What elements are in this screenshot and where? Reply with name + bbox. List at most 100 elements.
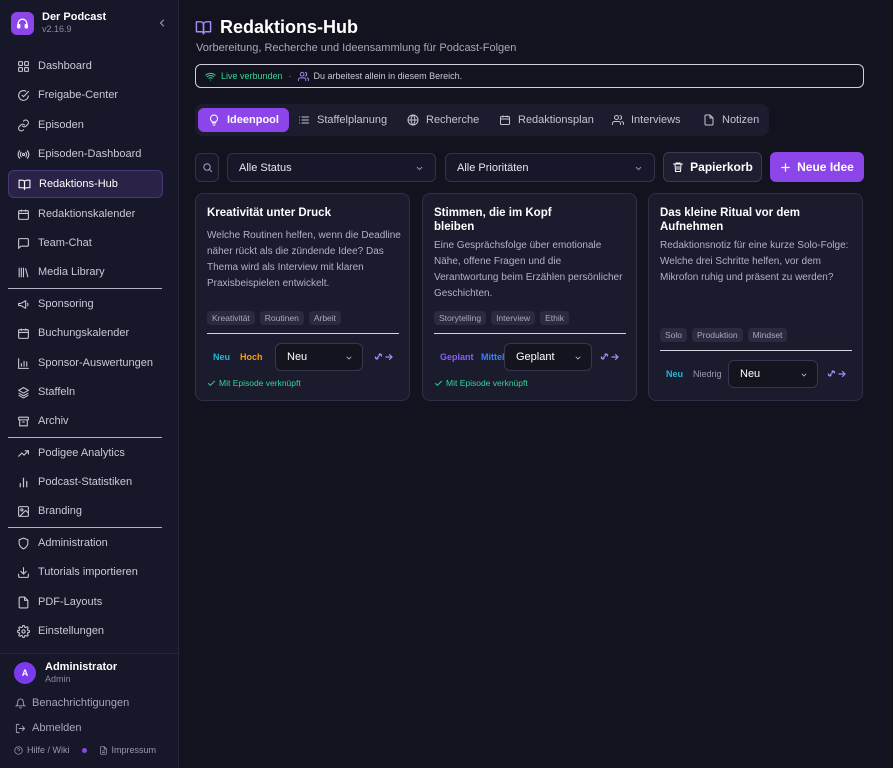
status-badge: Geplant [440,352,474,362]
link-arrow-icon[interactable] [827,369,847,379]
tag: Arbeit [308,311,342,325]
live-label: Live verbunden [221,71,283,81]
new-idea-button[interactable]: Neue Idee [770,152,864,182]
users-icon [612,115,624,125]
tab-bar: Ideenpool Staffelplanung Recherche Redak… [195,104,769,136]
document-icon [99,745,107,755]
sidebar-item-podcast-statistiken[interactable]: Podcast-Statistiken [8,468,163,496]
sidebar-item-redaktionskalender[interactable]: Redaktionskalender [8,200,163,228]
check-circle-icon [18,89,30,101]
main-content: Redaktions-Hub Vorbereitung, Recherche u… [179,0,893,768]
book-open-icon [18,179,31,190]
help-circle-icon [14,745,23,755]
card-title: Das kleine Ritual vor dem Aufnehmen [660,207,800,233]
status-select-value: Geplant [516,351,555,363]
priority-filter-select[interactable]: Alle Prioritäten [445,153,655,182]
sidebar-item-branding[interactable]: Branding [8,497,163,525]
imprint-link[interactable]: Impressum [112,745,157,755]
link-arrow-icon[interactable] [374,352,394,362]
sidebar-item-team-chat[interactable]: Team-Chat [8,229,163,257]
broadcast-icon [17,149,30,159]
trash-button[interactable]: Papierkorb [663,152,762,182]
sidebar: Der Podcast v2.16.9 Dashboard Freigabe-C… [0,0,179,768]
link-icon [18,119,29,131]
idea-card[interactable]: Kreativität unter Druck Welche Routinen … [195,193,410,401]
tab-ideenpool[interactable]: Ideenpool [198,108,289,132]
grid-icon [18,60,29,72]
sidebar-item-label: Tutorials importieren [38,566,138,578]
tab-interviews[interactable]: Interviews [602,108,691,132]
logout-link[interactable]: Abmelden [15,722,82,734]
brand[interactable]: Der Podcast v2.16.9 [11,11,106,35]
sidebar-item-label: Redaktionskalender [38,208,136,220]
idea-card[interactable]: Das kleine Ritual vor dem Aufnehmen Reda… [648,193,863,401]
headphones-icon [11,11,34,35]
card-tags: Solo Produktion Mindset [660,328,792,342]
help-link[interactable]: Hilfe / Wiki [27,745,70,755]
chevron-left-icon[interactable] [156,17,168,29]
episode-linked-status: Mit Episode verknüpft [434,378,528,388]
sidebar-item-label: Dashboard [38,60,92,72]
sidebar-item-dashboard[interactable]: Dashboard [8,52,163,80]
card-description: Welche Routinen helfen, wenn die Deadlin… [207,230,401,289]
file-icon [18,596,29,608]
sidebar-item-label: Einstellungen [38,625,105,637]
logout-label: Abmelden [32,722,82,734]
tab-label: Recherche [426,114,480,126]
sidebar-item-label: Media Library [38,266,105,278]
search-button[interactable] [195,153,219,182]
chevron-down-icon [801,373,807,377]
tab-label: Staffelplanung [317,114,388,126]
sidebar-item-pdf-layouts[interactable]: PDF-Layouts [8,588,163,616]
status-filter-select[interactable]: Alle Status [227,153,436,182]
status-select[interactable]: Neu [728,360,818,388]
priority-badge: Mittel [481,352,505,362]
sidebar-item-label: Podigee Analytics [38,447,125,459]
sidebar-item-archiv[interactable]: Archiv [8,407,163,435]
list-icon [299,116,309,124]
sidebar-item-sponsor-auswertungen[interactable]: Sponsor-Auswertungen [8,349,163,377]
tab-staffelplanung[interactable]: Staffelplanung [288,108,397,132]
sidebar-item-redaktions-hub[interactable]: Redaktions-Hub [8,170,163,198]
sidebar-item-einstellungen[interactable]: Einstellungen [8,617,163,645]
sidebar-item-administration[interactable]: Administration [8,529,163,557]
chevron-down-icon [346,356,352,360]
card-tags: Storytelling Interview Ethik [434,311,574,325]
notifications-link[interactable]: Benachrichtigungen [15,697,129,709]
user-profile[interactable]: A Administrator Admin [14,661,117,685]
idea-card[interactable]: Stimmen, die im Kopf bleiben Eine Gesprä… [422,193,637,401]
sidebar-item-tutorials-importieren[interactable]: Tutorials importieren [8,558,163,586]
status-select[interactable]: Geplant [504,343,592,371]
tag: Produktion [692,328,743,342]
tag: Ethik [540,311,569,325]
status-badge: Neu [213,352,231,362]
sidebar-item-media-library[interactable]: Media Library [8,258,163,286]
sidebar-item-label: Episoden-Dashboard [38,148,142,160]
sidebar-item-label: Episoden [38,119,84,131]
calendar-icon [18,328,29,339]
tab-redaktionsplan[interactable]: Redaktionsplan [489,108,604,132]
tab-notizen[interactable]: Notizen [693,108,769,132]
sidebar-item-staffeln[interactable]: Staffeln [8,378,163,406]
tab-recherche[interactable]: Recherche [397,108,489,132]
plus-icon [781,162,790,172]
link-arrow-icon[interactable] [600,352,620,362]
sidebar-item-freigabe-center[interactable]: Freigabe-Center [8,81,163,109]
tag: Kreativität [207,311,255,325]
sidebar-divider [8,527,162,528]
check-icon [435,380,442,386]
sidebar-item-sponsoring[interactable]: Sponsoring [8,290,163,318]
chevron-down-icon [416,166,423,171]
bar-chart-icon [18,357,29,369]
archive-icon [18,416,29,426]
page-header: Redaktions-Hub [195,17,358,38]
sidebar-item-buchungskalender[interactable]: Buchungskalender [8,319,163,347]
sidebar-item-episoden-dashboard[interactable]: Episoden-Dashboard [8,140,163,168]
gear-icon [17,624,30,638]
tag: Mindset [747,328,788,342]
status-select[interactable]: Neu [275,343,363,371]
chevron-down-icon [635,166,642,171]
card-title: Kreativität unter Druck [207,207,331,219]
sidebar-item-podigee-analytics[interactable]: Podigee Analytics [8,439,163,467]
sidebar-item-episoden[interactable]: Episoden [8,111,163,139]
